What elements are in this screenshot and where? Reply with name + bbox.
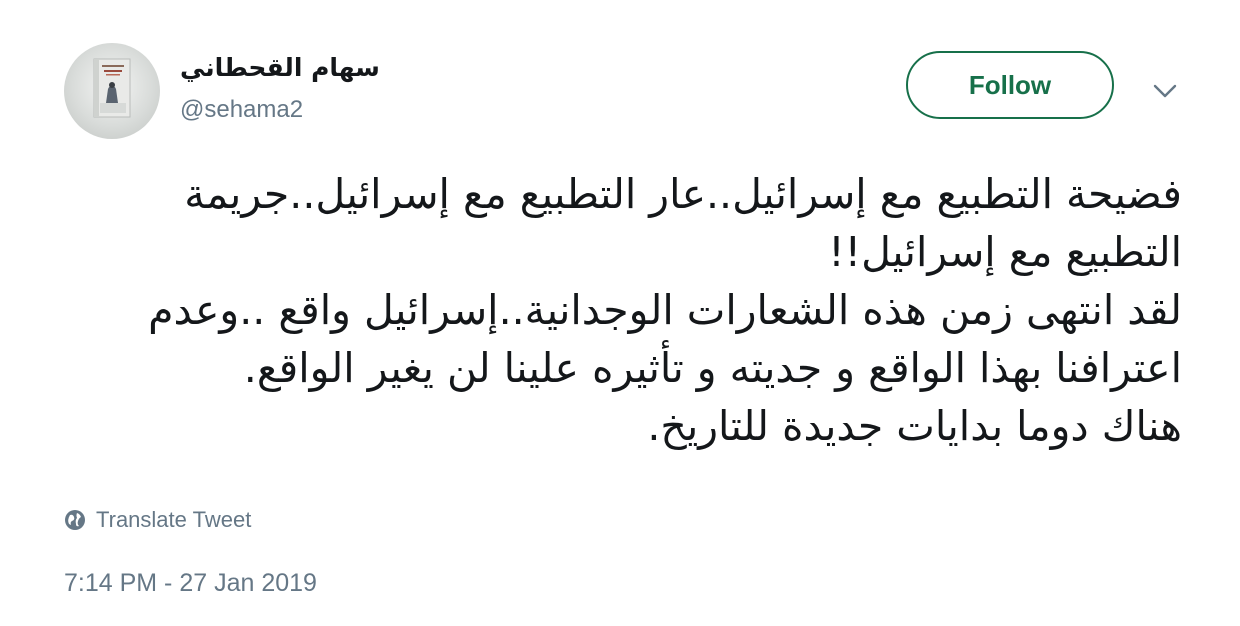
- chevron-down-icon: [1153, 84, 1177, 98]
- translate-tweet-link[interactable]: Translate Tweet: [64, 505, 251, 535]
- author-handle[interactable]: @sehama2: [180, 94, 303, 126]
- tweet-text-line: لقد انتهى زمن هذه الشعارات الوجدانية..إس…: [148, 286, 1182, 334]
- tweet-timestamp[interactable]: 7:14 PM - 27 Jan 2019: [64, 565, 317, 601]
- tweet-text-line: التطبيع مع إسرائيل!!: [828, 228, 1182, 276]
- tweet-text: فضيحة التطبيع مع إسرائيل..عار التطبيع مع…: [100, 165, 1182, 455]
- tweet-text-line: هناك دوما بدايات جديدة للتاريخ.: [647, 402, 1182, 450]
- book-cover-avatar-icon: [93, 58, 131, 118]
- follow-button-label: Follow: [968, 69, 1052, 100]
- author-display-name[interactable]: سهام القحطاني: [180, 50, 380, 86]
- follow-button[interactable]: Follow: [906, 51, 1114, 119]
- tweet-text-line: اعترافنا بهذا الواقع و جديته و تأثيره عل…: [243, 344, 1182, 392]
- more-options-button[interactable]: [1150, 76, 1180, 106]
- translate-tweet-label: Translate Tweet: [96, 507, 252, 532]
- globe-icon: [65, 510, 85, 530]
- tweet-text-line: فضيحة التطبيع مع إسرائيل..عار التطبيع مع…: [184, 170, 1182, 218]
- avatar[interactable]: [64, 43, 160, 139]
